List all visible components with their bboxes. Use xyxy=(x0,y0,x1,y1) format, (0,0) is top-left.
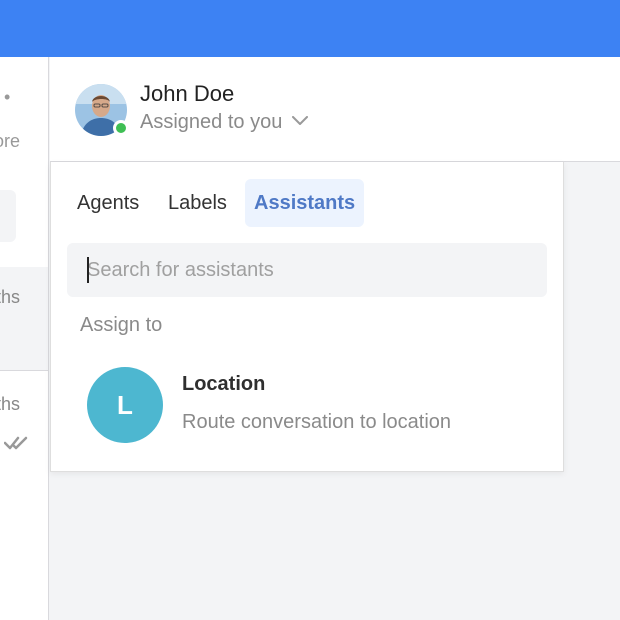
contact-name[interactable]: John Doe xyxy=(140,81,234,107)
double-check-icon xyxy=(3,435,30,456)
assignee-status: Assigned to you xyxy=(140,111,283,133)
list-item-snippet: ths xyxy=(0,287,21,307)
search-box[interactable] xyxy=(67,243,547,297)
assign-popover: Agents Labels Assistants Assign to L Loc… xyxy=(50,162,564,472)
tab-labels[interactable]: Labels xyxy=(159,179,236,227)
assistant-name: Location xyxy=(182,373,266,395)
list-divider xyxy=(0,370,48,371)
assistant-avatar: L xyxy=(87,367,163,443)
text-caret xyxy=(87,257,89,283)
selected-conversation-item[interactable] xyxy=(0,267,48,370)
list-card-fragment[interactable] xyxy=(0,190,16,242)
conversation-header: John Doe Assigned to you xyxy=(50,57,620,162)
presence-indicator xyxy=(113,120,129,136)
search-input[interactable] xyxy=(67,243,547,297)
conversation-list-pane: • ore ths ths xyxy=(0,57,49,620)
tab-assistants[interactable]: Assistants xyxy=(245,179,365,227)
assignee-dropdown[interactable]: Assigned to you xyxy=(140,109,309,134)
list-fragment-text: ore xyxy=(0,131,21,151)
top-bar xyxy=(0,0,620,57)
section-label: Assign to xyxy=(80,314,163,336)
list-fragment-dot: • xyxy=(4,87,11,107)
assistant-item-location[interactable]: L Location Route conversation to locatio… xyxy=(71,358,541,448)
tab-agents[interactable]: Agents xyxy=(68,179,148,227)
chevron-down-icon[interactable] xyxy=(292,109,309,132)
list-item-snippet: ths xyxy=(0,394,21,414)
assistant-description: Route conversation to location xyxy=(182,411,452,433)
